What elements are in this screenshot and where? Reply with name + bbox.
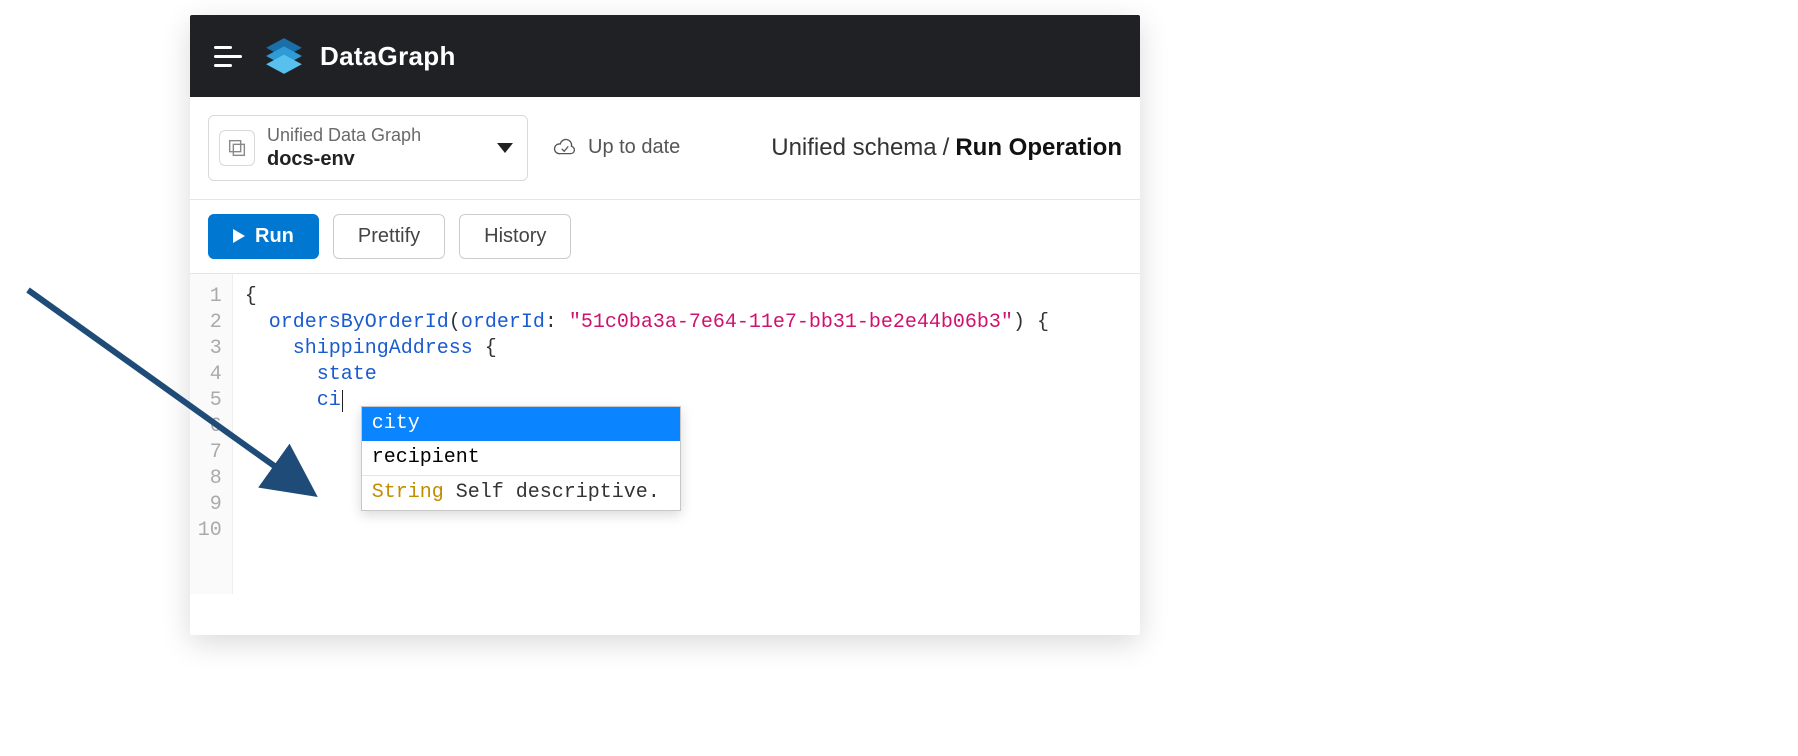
line-number: 9: [196, 492, 222, 518]
code-token: :: [545, 311, 557, 334]
line-number: 5: [196, 388, 222, 414]
code-token: {: [245, 285, 257, 308]
autocomplete-hint-desc: Self descriptive.: [456, 481, 660, 504]
line-number: 10: [196, 518, 222, 544]
env-label-top: Unified Data Graph: [267, 124, 485, 147]
code-body[interactable]: { ordersByOrderId(orderId: "51c0ba3a-7e6…: [233, 274, 1140, 594]
gutter: 1 2 3 4 5 6 7 8 9 10: [190, 274, 233, 594]
logo: DataGraph: [262, 34, 456, 78]
breadcrumb-separator: /: [943, 134, 950, 162]
cloud-check-icon: [552, 138, 578, 158]
menu-icon[interactable]: [214, 46, 242, 67]
code-token: ci: [317, 389, 341, 412]
code-token: ordersByOrderId: [269, 311, 449, 334]
breadcrumb-current: Run Operation: [955, 134, 1122, 162]
code-token: {: [473, 337, 497, 360]
topbar: DataGraph: [190, 15, 1140, 97]
code-token: ): [1013, 311, 1025, 334]
line-number: 6: [196, 414, 222, 440]
autocomplete-popup[interactable]: city recipient String Self descriptive.: [361, 406, 681, 511]
layers-icon: [219, 130, 255, 166]
subheader: Unified Data Graph docs-env Up to date U…: [190, 97, 1140, 200]
prettify-label: Prettify: [358, 225, 420, 248]
autocomplete-item-city[interactable]: city: [362, 407, 680, 441]
line-number: 8: [196, 466, 222, 492]
line-number: 1: [196, 284, 222, 310]
autocomplete-hint-type: String: [372, 481, 444, 504]
breadcrumb: Unified schema / Run Operation: [771, 134, 1122, 162]
history-label: History: [484, 225, 546, 248]
history-button[interactable]: History: [459, 214, 571, 259]
code-token: orderId: [461, 311, 545, 334]
line-number: 3: [196, 336, 222, 362]
code-token: {: [1025, 311, 1049, 334]
line-number: 7: [196, 440, 222, 466]
text-cursor: [342, 390, 343, 412]
datagraph-logo-icon: [262, 34, 306, 78]
code-token: (: [449, 311, 461, 334]
autocomplete-item-recipient[interactable]: recipient: [362, 441, 680, 475]
run-label: Run: [255, 225, 294, 248]
code-token: state: [317, 363, 377, 386]
code-token: "51c0ba3a-7e64-11e7-bb31-be2e44b06b3": [569, 311, 1013, 334]
code-token: shippingAddress: [293, 337, 473, 360]
app-title: DataGraph: [320, 41, 456, 72]
status: Up to date: [552, 136, 680, 159]
chevron-down-icon: [497, 143, 513, 153]
breadcrumb-root[interactable]: Unified schema: [771, 134, 936, 162]
play-icon: [233, 229, 245, 243]
autocomplete-hint: String Self descriptive.: [362, 475, 680, 510]
line-number: 2: [196, 310, 222, 336]
status-text: Up to date: [588, 136, 680, 159]
env-labels: Unified Data Graph docs-env: [267, 124, 485, 172]
line-number: 4: [196, 362, 222, 388]
code-editor[interactable]: 1 2 3 4 5 6 7 8 9 10 { ordersByOrderId(o…: [190, 274, 1140, 594]
prettify-button[interactable]: Prettify: [333, 214, 445, 259]
env-label-bottom: docs-env: [267, 147, 485, 172]
env-selector[interactable]: Unified Data Graph docs-env: [208, 115, 528, 181]
toolbar: Run Prettify History: [190, 200, 1140, 274]
run-button[interactable]: Run: [208, 214, 319, 259]
app-window: DataGraph Unified Data Graph docs-env Up…: [190, 15, 1140, 635]
